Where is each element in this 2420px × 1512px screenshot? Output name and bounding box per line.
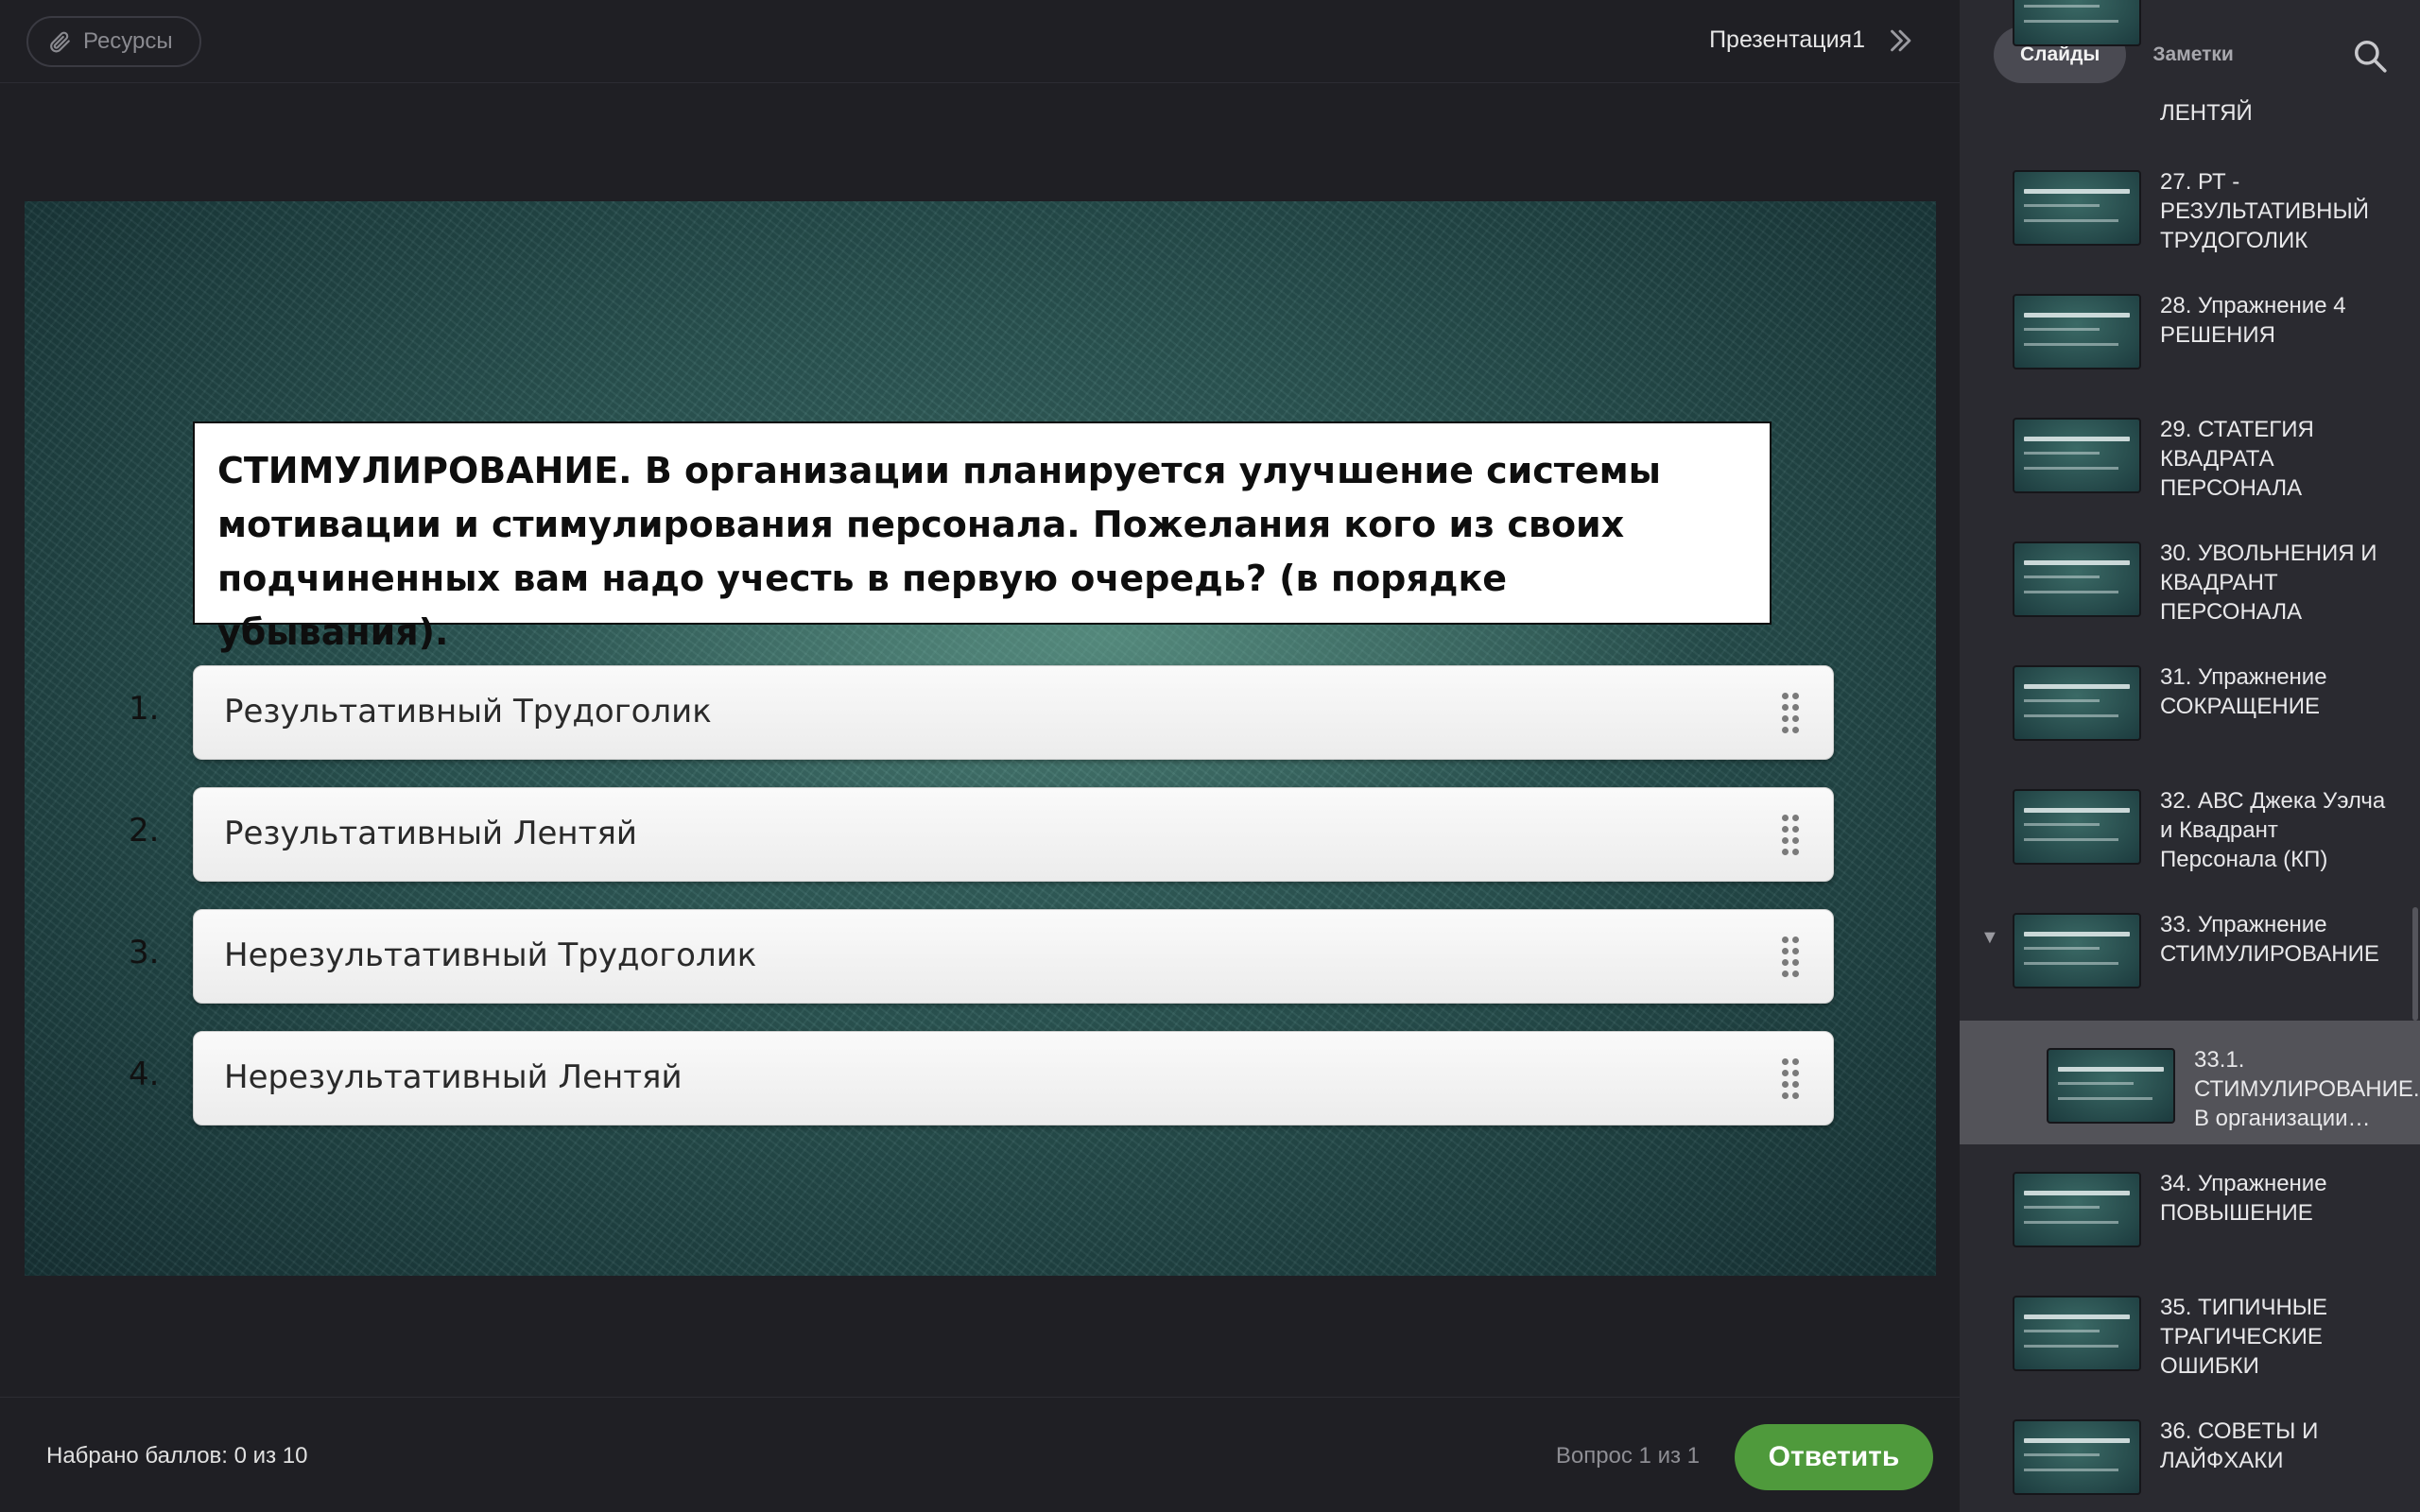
drag-handle-icon[interactable]: [1782, 693, 1799, 734]
slide-label: 33.1. СТИМУЛИРОВАНИЕ. В организации…: [2194, 1047, 2420, 1131]
slide-list-item[interactable]: 28. Упражнение 4 РЕШЕНИЯ: [1960, 266, 2420, 390]
slide-thumbnail: [2047, 1048, 2175, 1124]
slide-thumbnail: [2013, 170, 2141, 246]
submit-answer-button[interactable]: Ответить: [1735, 1424, 1933, 1490]
slide-list-item[interactable]: 34. Упражнение ПОВЫШЕНИЕ: [1960, 1144, 2420, 1268]
slide-label: 36. СОВЕТЫ И ЛАЙФХАКИ: [2160, 1418, 2319, 1473]
sidebar-scrollbar[interactable]: [2412, 907, 2418, 1021]
slide-list-item[interactable]: 31. Упражнение СОКРАЩЕНИЕ: [1960, 638, 2420, 762]
answer-card[interactable]: Нерезультативный Трудоголик: [193, 909, 1834, 1004]
quiz-player: Ресурсы Презентация1 СТИМУЛИРОВАНИЕ. В о…: [0, 0, 2420, 1512]
answer-number: 3.: [129, 934, 160, 971]
slide-list-item[interactable]: 33.1. СТИМУЛИРОВАНИЕ. В организации…: [1960, 1021, 2420, 1144]
slide-canvas: СТИМУЛИРОВАНИЕ. В организации планируетс…: [25, 201, 1936, 1276]
double-chevron-right-icon[interactable]: [1884, 25, 1916, 57]
answer-text: Нерезультативный Лентяй: [224, 1058, 683, 1096]
presentation-title: Презентация1: [1709, 26, 1865, 53]
answer-number: 2.: [129, 812, 160, 850]
slide-thumbnail: [2013, 1296, 2141, 1371]
answer-number: 1.: [129, 690, 160, 728]
slide-list-item[interactable]: ▼ 33. Упражнение СТИМУЛИРОВАНИЕ: [1960, 885, 2420, 1009]
slide-thumbnail: [2013, 913, 2141, 988]
slide-list-item[interactable]: 32. АВС Джека Уэлча и Квадрант Персонала…: [1960, 762, 2420, 885]
answer-card[interactable]: Нерезультативный Лентяй: [193, 1031, 1834, 1125]
slide-label: 27. РТ - РЕЗУЛЬТАТИВНЫЙ ТРУДОГОЛИК: [2160, 169, 2370, 253]
slide-thumbnail: [2013, 789, 2141, 865]
answer-row: 3. Нерезультативный Трудоголик: [25, 909, 1936, 1004]
slide-label: ЛЕНТЯЙ: [2160, 100, 2253, 126]
sidebar: Слайды Заметки ЛЕНТЯЙ 27. РТ - РЕЗУЛЬТАТИ…: [1960, 0, 2420, 1512]
slide-list-item[interactable]: 36. СОВЕТЫ И ЛАЙФХАКИ: [1960, 1392, 2420, 1512]
slide-thumbnail: [2013, 0, 2141, 46]
question-counter: Вопрос 1 из 1: [1555, 1443, 1700, 1469]
drag-handle-icon[interactable]: [1782, 815, 1799, 856]
answer-card[interactable]: Результативный Лентяй: [193, 787, 1834, 882]
slide-label: 35. ТИПИЧНЫЕ ТРАГИЧЕСКИЕ ОШИБКИ: [2160, 1295, 2328, 1379]
score-text: Набрано баллов: 0 из 10: [46, 1443, 308, 1469]
answer-card[interactable]: Результативный Трудоголик: [193, 665, 1834, 760]
slide-label: 30. УВОЛЬНЕНИЯ И КВАДРАНТ ПЕРСОНАЛА: [2160, 541, 2377, 625]
slide-label: 29. СТАТЕГИЯ КВАДРАТА ПЕРСОНАЛА: [2160, 417, 2314, 501]
slide-list-item[interactable]: 30. УВОЛЬНЕНИЯ И КВАДРАНТ ПЕРСОНАЛА: [1960, 514, 2420, 638]
slide-label: 32. АВС Джека Уэлча и Квадрант Персонала…: [2160, 788, 2386, 872]
paperclip-icon: [50, 31, 70, 53]
slide-label: 31. Упражнение СОКРАЩЕНИЕ: [2160, 664, 2327, 719]
answer-row: 2. Результативный Лентяй: [25, 787, 1936, 882]
top-bar: Ресурсы Презентация1: [0, 0, 1960, 83]
answer-row: 4. Нерезультативный Лентяй: [25, 1031, 1936, 1125]
slide-list-item[interactable]: 27. РТ - РЕЗУЛЬТАТИВНЫЙ ТРУДОГОЛИК: [1960, 143, 2420, 266]
slide-label: 28. Упражнение 4 РЕШЕНИЯ: [2160, 293, 2346, 348]
slide-label: 34. Упражнение ПОВЫШЕНИЕ: [2160, 1171, 2327, 1226]
slide-list-item[interactable]: ЛЕНТЯЙ: [1960, 0, 2420, 126]
answer-text: Нерезультативный Трудоголик: [224, 936, 757, 974]
slide-list-item[interactable]: 35. ТИПИЧНЫЕ ТРАГИЧЕСКИЕ ОШИБКИ: [1960, 1268, 2420, 1392]
resources-label: Ресурсы: [83, 28, 173, 54]
answer-text: Результативный Лентяй: [224, 815, 638, 852]
drag-handle-icon[interactable]: [1782, 936, 1799, 978]
answer-text: Результативный Трудоголик: [224, 693, 712, 730]
slide-thumbnail: [2013, 1172, 2141, 1247]
answer-row: 1. Результативный Трудоголик: [25, 665, 1936, 760]
slide-thumbnail: [2013, 1419, 2141, 1495]
answer-number: 4.: [129, 1056, 160, 1093]
bottom-bar: Набрано баллов: 0 из 10 Вопрос 1 из 1 От…: [0, 1397, 1960, 1512]
resources-button[interactable]: Ресурсы: [26, 16, 201, 67]
slide-thumbnail: [2013, 665, 2141, 741]
slide-thumbnail: [2013, 418, 2141, 493]
drag-handle-icon[interactable]: [1782, 1058, 1799, 1100]
collapse-caret-icon[interactable]: ▼: [1980, 927, 1999, 949]
slide-list-item[interactable]: 29. СТАТЕГИЯ КВАДРАТА ПЕРСОНАЛА: [1960, 390, 2420, 514]
slide-label: 33. Упражнение СТИМУЛИРОВАНИЕ: [2160, 912, 2379, 967]
slide-thumbnail: [2013, 294, 2141, 369]
slide-thumbnail: [2013, 541, 2141, 617]
question-text: СТИМУЛИРОВАНИЕ. В организации планируетс…: [193, 421, 1772, 653]
